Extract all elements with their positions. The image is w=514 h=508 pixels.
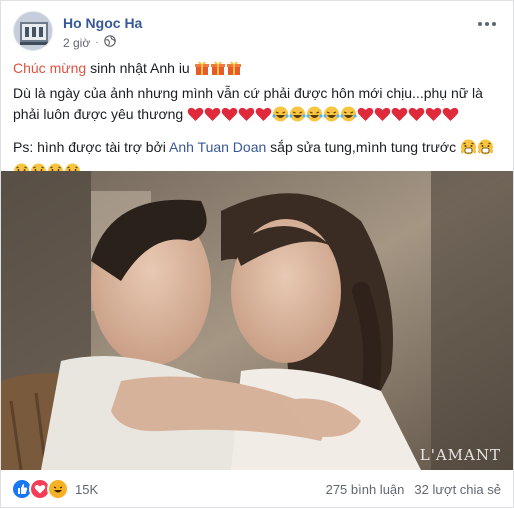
heart-icon bbox=[255, 107, 272, 121]
heart-emoji-group-2 bbox=[357, 106, 459, 129]
ps-suffix: sắp sửa tung,mình tung trước bbox=[266, 138, 460, 155]
gift-icon bbox=[210, 60, 226, 83]
laughing-icon bbox=[272, 106, 289, 122]
laughing-icon bbox=[340, 106, 357, 122]
heart-emoji-group bbox=[187, 106, 272, 129]
heart-icon bbox=[391, 107, 408, 121]
ps-prefix: Ps: hình được tài trợ bởi bbox=[13, 138, 169, 155]
post-line-1: Chúc mừng sinh nhật Anh iu bbox=[13, 58, 503, 83]
post-line3-text: phải luôn được yêu thương bbox=[13, 106, 188, 122]
author-name[interactable]: Ho Ngoc Ha bbox=[63, 15, 142, 31]
post-footer: 15K 275 bình luận 32 lượt chia sẻ bbox=[11, 477, 501, 501]
share-count[interactable]: 32 lượt chia sẻ bbox=[414, 482, 501, 497]
meta-separator: · bbox=[95, 37, 99, 48]
reaction-icons[interactable] bbox=[11, 478, 69, 500]
engagement-meta: 275 bình luận 32 lượt chia sẻ bbox=[326, 482, 501, 497]
reaction-count[interactable]: 15K bbox=[75, 482, 98, 497]
post-header: Ho Ngoc Ha 2 giờ · bbox=[13, 11, 503, 55]
post-highlight-text: Chúc mừng bbox=[13, 60, 87, 76]
post-meta: 2 giờ · bbox=[63, 35, 116, 50]
heart-icon bbox=[425, 107, 442, 121]
couple-photo bbox=[1, 171, 513, 470]
post-ps-line: Ps: hình được tài trợ bởi Anh Tuan Doan … bbox=[13, 137, 503, 162]
heart-icon bbox=[221, 107, 238, 121]
photo-watermark: L'AMANT bbox=[419, 446, 501, 464]
more-icon[interactable] bbox=[475, 15, 499, 33]
post-line-3: phải luôn được yêu thương bbox=[13, 104, 503, 129]
tagged-user-link[interactable]: Anh Tuan Doan bbox=[169, 139, 266, 155]
laughing-icon bbox=[306, 106, 323, 122]
globe-icon[interactable] bbox=[103, 35, 116, 50]
shocked-emoji-group bbox=[460, 139, 494, 162]
gift-icon bbox=[226, 60, 242, 83]
post-line1-rest: sinh nhật Anh iu bbox=[86, 60, 194, 76]
post-photo[interactable]: L'AMANT bbox=[1, 171, 513, 470]
comment-count[interactable]: 275 bình luận bbox=[326, 482, 405, 497]
shocked-face-icon bbox=[460, 139, 476, 154]
heart-icon bbox=[204, 107, 221, 121]
heart-icon bbox=[238, 107, 255, 121]
laughing-icon bbox=[323, 106, 340, 122]
heart-icon bbox=[187, 107, 204, 121]
laughing-emoji-group bbox=[272, 106, 357, 129]
haha-reaction-icon[interactable] bbox=[47, 478, 69, 500]
heart-icon bbox=[374, 107, 391, 121]
heart-icon bbox=[408, 107, 425, 121]
laughing-icon bbox=[289, 106, 306, 122]
heart-icon bbox=[357, 107, 374, 121]
facebook-post: Ho Ngoc Ha 2 giờ · Chúc mừng sinh nhật A… bbox=[0, 0, 514, 508]
heart-icon bbox=[442, 107, 459, 121]
author-avatar[interactable] bbox=[13, 11, 53, 51]
post-time[interactable]: 2 giờ bbox=[63, 36, 90, 50]
post-line-2: Dù là ngày của ảnh nhưng mình vẫn cứ phả… bbox=[13, 84, 483, 101]
gift-icon bbox=[194, 60, 210, 83]
shocked-face-icon bbox=[477, 139, 493, 154]
avatar-image bbox=[14, 12, 52, 50]
post-text: Chúc mừng sinh nhật Anh iu Dù là ngày củ… bbox=[13, 58, 503, 186]
